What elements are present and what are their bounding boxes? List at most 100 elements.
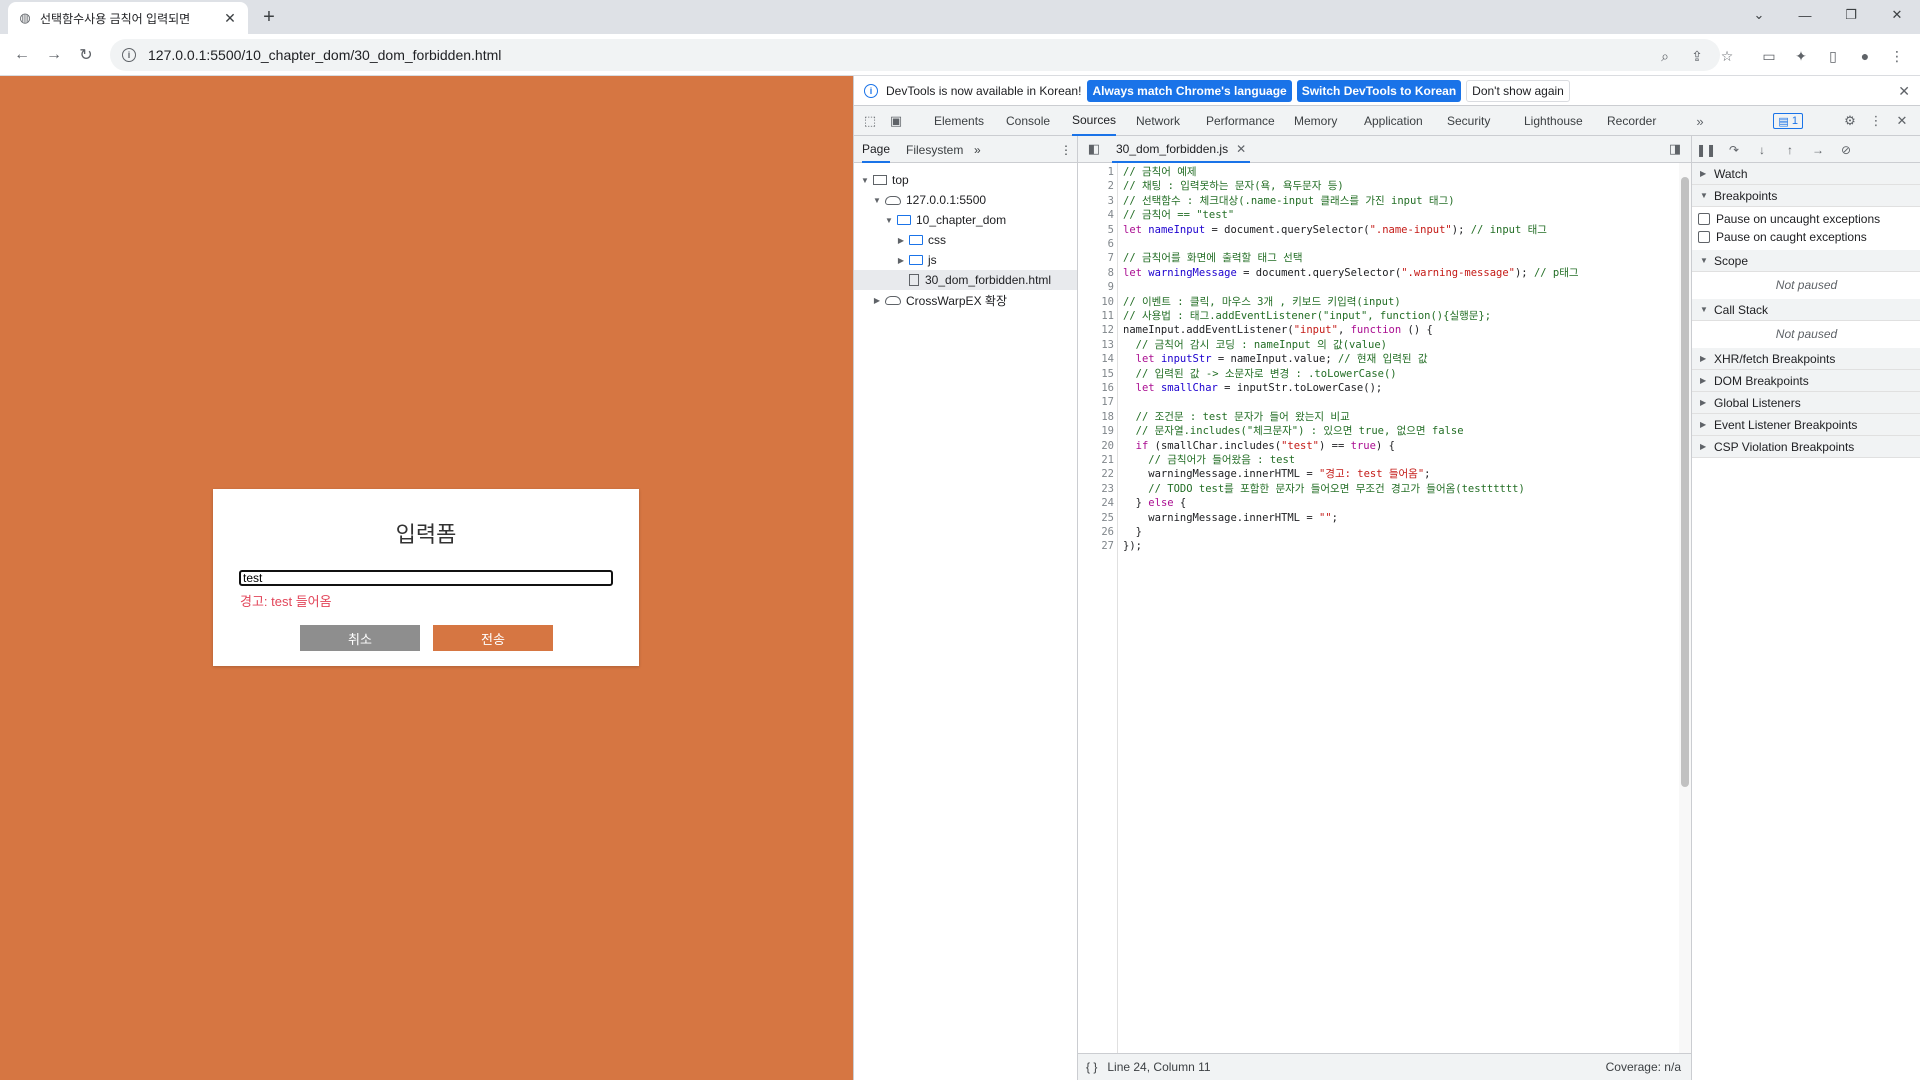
line-number[interactable]: 16	[1078, 381, 1114, 395]
submit-button[interactable]: 전송	[433, 625, 553, 651]
dont-show-again-button[interactable]: Don't show again	[1466, 79, 1570, 102]
tab-elements[interactable]: Elements	[934, 106, 984, 136]
xhr-breakpoints-section[interactable]: ▶ XHR/fetch Breakpoints	[1692, 348, 1920, 370]
menu-kebab-icon[interactable]: ⋮	[1888, 47, 1906, 65]
code-line[interactable]: if (smallChar.includes("test") == true) …	[1123, 439, 1395, 453]
code-line[interactable]: let smallChar = inputStr.toLowerCase();	[1123, 381, 1383, 395]
toggle-debugger-icon[interactable]: ◨	[1667, 141, 1683, 157]
line-number[interactable]: 3	[1078, 194, 1114, 208]
tab-memory[interactable]: Memory	[1294, 106, 1337, 136]
inspect-element-icon[interactable]: ⬚	[862, 113, 878, 129]
code-line[interactable]: // 금칙어를 화면에 출력할 태그 선택	[1123, 251, 1303, 265]
address-bar[interactable]: i 127.0.0.1:5500/10_chapter_dom/30_dom_f…	[110, 39, 1720, 71]
csp-violation-breakpoints-section[interactable]: ▶ CSP Violation Breakpoints	[1692, 436, 1920, 458]
browser-tab[interactable]: ◍ 선택함수사용 금칙어 입력되면 ✕	[8, 2, 248, 34]
code-line[interactable]: // 입력된 값 -> 소문자로 변경 : .toLowerCase()	[1123, 367, 1397, 381]
tab-network[interactable]: Network	[1136, 106, 1180, 136]
tree-item-html-file[interactable]: 30_dom_forbidden.html	[854, 270, 1077, 290]
tree-item-css-folder[interactable]: ▶ css	[854, 230, 1077, 250]
code-line[interactable]: // 조건문 : test 문자가 들어 왔는지 비교	[1123, 410, 1350, 424]
line-number[interactable]: 12	[1078, 323, 1114, 337]
line-number[interactable]: 21	[1078, 453, 1114, 467]
extensions-icon[interactable]: ✦	[1792, 47, 1810, 65]
pause-caught-checkbox[interactable]: Pause on caught exceptions	[1692, 230, 1920, 244]
editor-scrollbar[interactable]	[1679, 163, 1691, 1053]
step-over-icon[interactable]: ↷	[1726, 142, 1742, 158]
more-tabs-icon[interactable]: »	[1692, 113, 1708, 129]
line-number[interactable]: 15	[1078, 367, 1114, 381]
zoom-icon[interactable]: ⌕	[1656, 47, 1674, 65]
code-line[interactable]: // 사용법 : 태그.addEventListener("input", fu…	[1123, 309, 1491, 323]
line-number[interactable]: 13	[1078, 338, 1114, 352]
cancel-button[interactable]: 취소	[300, 625, 420, 651]
line-number[interactable]: 2	[1078, 179, 1114, 193]
code-line[interactable]: // 금칙어 예제	[1123, 165, 1197, 179]
line-number[interactable]: 5	[1078, 223, 1114, 237]
restore-icon[interactable]: ❐	[1828, 0, 1874, 30]
code-line[interactable]: warningMessage.innerHTML = "";	[1123, 511, 1338, 525]
profile-avatar-icon[interactable]: ●	[1856, 47, 1874, 65]
line-number[interactable]: 22	[1078, 467, 1114, 481]
breakpoints-section[interactable]: ▼ Breakpoints	[1692, 185, 1920, 207]
tab-lighthouse[interactable]: Lighthouse	[1524, 106, 1583, 136]
pause-uncaught-checkbox[interactable]: Pause on uncaught exceptions	[1692, 212, 1920, 226]
code-line[interactable]: let nameInput = document.querySelector("…	[1123, 223, 1547, 237]
line-number[interactable]: 20	[1078, 439, 1114, 453]
close-window-icon[interactable]: ✕	[1874, 0, 1920, 30]
devtools-menu-icon[interactable]: ⋮	[1868, 113, 1884, 129]
tab-recorder[interactable]: Recorder	[1607, 106, 1656, 136]
scope-section[interactable]: ▼ Scope	[1692, 250, 1920, 272]
code-area[interactable]: // 금칙어 예제 // 채팅 : 입력못하는 문자(욕, 욕두문자 등)// 선…	[1118, 163, 1688, 1053]
line-number[interactable]: 6	[1078, 237, 1114, 251]
cast-icon[interactable]: ▭	[1760, 47, 1778, 65]
checkbox-box[interactable]	[1698, 213, 1710, 225]
navigator-tab-filesystem[interactable]: Filesystem	[906, 136, 963, 163]
code-line[interactable]: warningMessage.innerHTML = "경고: test 들어옴…	[1123, 467, 1430, 481]
tab-search-icon[interactable]: ⌄	[1736, 0, 1782, 30]
tree-item-extension[interactable]: ▶ CrossWarpEX 확장	[854, 290, 1077, 310]
new-tab-button[interactable]: +	[258, 6, 280, 29]
step-into-icon[interactable]: ↓	[1754, 142, 1770, 158]
bookmark-star-icon[interactable]: ☆	[1718, 47, 1736, 65]
code-line[interactable]: // 문자열.includes("체크문자") : 있으면 true, 없으면 …	[1123, 424, 1464, 438]
line-number[interactable]: 17	[1078, 395, 1114, 409]
more-navigator-icon[interactable]: »	[974, 136, 981, 163]
editor-file-tab[interactable]: 30_dom_forbidden.js ✕	[1112, 136, 1251, 163]
line-number[interactable]: 24	[1078, 496, 1114, 510]
name-input[interactable]	[239, 570, 613, 586]
tree-item-chapter-folder[interactable]: ▼ 10_chapter_dom	[854, 210, 1077, 230]
line-number[interactable]: 19	[1078, 424, 1114, 438]
line-number[interactable]: 23	[1078, 482, 1114, 496]
tree-item-origin[interactable]: ▼ 127.0.0.1:5500	[854, 190, 1077, 210]
tab-security[interactable]: Security	[1447, 106, 1490, 136]
code-line[interactable]: // TODO test를 포함한 문자가 들어오면 무조건 경고가 들어옴(t…	[1123, 482, 1525, 496]
event-listener-breakpoints-section[interactable]: ▶ Event Listener Breakpoints	[1692, 414, 1920, 436]
tab-console[interactable]: Console	[1006, 106, 1050, 136]
tab-close-icon[interactable]: ✕	[222, 10, 238, 27]
code-line[interactable]: let warningMessage = document.querySelec…	[1123, 266, 1579, 280]
side-panel-icon[interactable]: ▯	[1824, 47, 1842, 65]
navigator-tab-page[interactable]: Page	[862, 136, 891, 163]
code-line[interactable]: // 선택함수 : 체크대상(.name-input 클래스를 가진 input…	[1123, 194, 1455, 208]
toggle-navigator-icon[interactable]: ◧	[1086, 141, 1102, 157]
line-number[interactable]: 18	[1078, 410, 1114, 424]
pause-icon[interactable]: ❚❚	[1696, 142, 1716, 158]
code-line[interactable]: } else {	[1123, 496, 1187, 510]
checkbox-box[interactable]	[1698, 231, 1710, 243]
tree-item-top[interactable]: ▼ top	[854, 170, 1077, 190]
tree-item-js-folder[interactable]: ▶ js	[854, 250, 1077, 270]
call-stack-section[interactable]: ▼ Call Stack	[1692, 299, 1920, 321]
switch-korean-button[interactable]: Switch DevTools to Korean	[1296, 79, 1462, 102]
deactivate-breakpoints-icon[interactable]: ⊘	[1838, 142, 1854, 158]
step-out-icon[interactable]: ↑	[1782, 142, 1798, 158]
code-line[interactable]: nameInput.addEventListener("input", func…	[1123, 323, 1433, 337]
code-line[interactable]: // 금칙어가 들어왔음 : test	[1123, 453, 1295, 467]
forward-icon[interactable]: →	[42, 43, 66, 67]
code-line[interactable]: }	[1123, 525, 1142, 539]
line-number[interactable]: 25	[1078, 511, 1114, 525]
line-number[interactable]: 4	[1078, 208, 1114, 222]
infobar-close-icon[interactable]: ✕	[1898, 83, 1910, 100]
line-number[interactable]: 26	[1078, 525, 1114, 539]
pretty-print-icon[interactable]: { }	[1086, 1060, 1097, 1074]
tab-sources[interactable]: Sources	[1072, 106, 1117, 136]
